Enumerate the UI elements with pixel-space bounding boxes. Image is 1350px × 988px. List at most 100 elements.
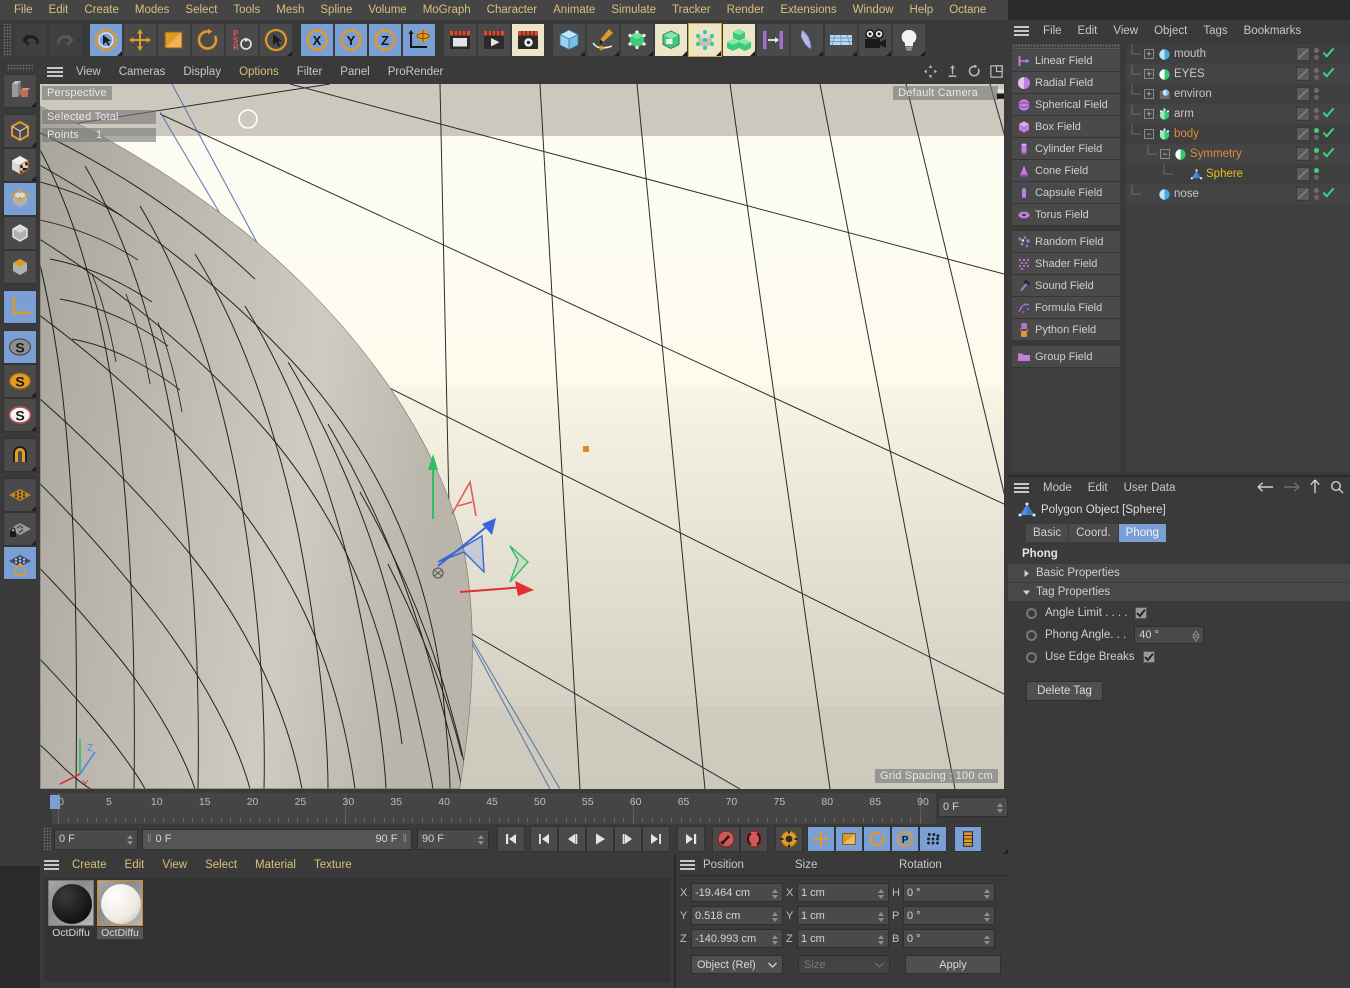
forward-arrow-icon[interactable] bbox=[1283, 481, 1300, 496]
pen-spline-button[interactable] bbox=[586, 23, 620, 57]
viewport-menu-prorender[interactable]: ProRender bbox=[379, 60, 453, 84]
zoom-view-icon[interactable] bbox=[944, 63, 960, 79]
menu-item-tools[interactable]: Tools bbox=[225, 0, 268, 20]
scale-key-button[interactable] bbox=[835, 826, 863, 852]
position-field[interactable]: -19.464 cm bbox=[691, 883, 783, 902]
lock-x-axis-button[interactable]: X bbox=[300, 23, 334, 57]
tree-expander[interactable]: − bbox=[1160, 149, 1170, 159]
visibility-dots[interactable] bbox=[1314, 128, 1319, 140]
visibility-dots[interactable] bbox=[1314, 68, 1319, 80]
transport-grip[interactable] bbox=[43, 827, 51, 851]
spinner-icon[interactable] bbox=[771, 887, 779, 901]
redo-button[interactable] bbox=[48, 23, 82, 57]
tree-expander[interactable]: + bbox=[1144, 89, 1154, 99]
object-menu-object[interactable]: Object bbox=[1146, 20, 1195, 42]
menu-item-create[interactable]: Create bbox=[76, 0, 127, 20]
menu-item-mograph[interactable]: MoGraph bbox=[415, 0, 479, 20]
attribute-menu-mode[interactable]: Mode bbox=[1035, 477, 1080, 499]
go-to-next-key-button[interactable] bbox=[642, 826, 670, 852]
tree-expander[interactable]: + bbox=[1144, 49, 1154, 59]
menu-item-extensions[interactable]: Extensions bbox=[772, 0, 844, 20]
enabled-check-icon[interactable] bbox=[1322, 106, 1335, 122]
attribute-tab-basic[interactable]: Basic bbox=[1026, 524, 1069, 542]
visibility-dots[interactable] bbox=[1314, 88, 1319, 100]
viewport-menu-cameras[interactable]: Cameras bbox=[110, 60, 175, 84]
attribute-folder-tag-properties[interactable]: Tag Properties bbox=[1008, 583, 1350, 601]
material-hamburger-icon[interactable] bbox=[44, 860, 59, 870]
enable-snap-button[interactable]: S bbox=[3, 330, 37, 364]
attribute-tab-coord[interactable]: Coord. bbox=[1069, 524, 1118, 542]
subdivision-surface-button[interactable] bbox=[620, 23, 654, 57]
magnet-tool-button[interactable] bbox=[3, 438, 37, 472]
spinner-icon[interactable] bbox=[983, 887, 991, 901]
range-right-handle[interactable]: ‖ bbox=[402, 833, 407, 845]
spinner-icon[interactable] bbox=[877, 933, 885, 947]
bend-deformer-button[interactable] bbox=[790, 23, 824, 57]
field-item-formula-field[interactable]: Formula Field bbox=[1012, 297, 1120, 319]
timeline-current-frame-field[interactable]: 0 F bbox=[938, 797, 1008, 817]
menu-item-render[interactable]: Render bbox=[719, 0, 773, 20]
visibility-dots[interactable] bbox=[1314, 188, 1319, 200]
object-hamburger-icon[interactable] bbox=[1014, 26, 1029, 36]
rotation-field[interactable]: 0 ° bbox=[903, 929, 995, 948]
enabled-check-icon[interactable] bbox=[1322, 66, 1335, 82]
lock-y-axis-button[interactable]: Y bbox=[334, 23, 368, 57]
spinner-icon[interactable] bbox=[877, 887, 885, 901]
field-item-capsule-field[interactable]: Capsule Field bbox=[1012, 182, 1120, 204]
cube-primitive-button[interactable] bbox=[552, 23, 586, 57]
rotation-field[interactable]: 0 ° bbox=[903, 883, 995, 902]
go-to-next-frame-button[interactable] bbox=[614, 826, 642, 852]
rotation-field[interactable]: 0 ° bbox=[903, 906, 995, 925]
field-item-python-field[interactable]: Python Field bbox=[1012, 319, 1120, 341]
workplane-button[interactable] bbox=[3, 478, 37, 512]
spinner-icon[interactable] bbox=[996, 801, 1004, 815]
object-layer-box[interactable] bbox=[1296, 127, 1310, 141]
frame-start-field[interactable]: 0 F bbox=[54, 828, 138, 850]
spinner-icon[interactable] bbox=[477, 833, 485, 847]
object-layer-box[interactable] bbox=[1296, 147, 1310, 161]
enabled-check-icon[interactable] bbox=[1322, 126, 1335, 142]
menu-item-character[interactable]: Character bbox=[479, 0, 546, 20]
keyframe-selection-button[interactable] bbox=[775, 826, 803, 852]
field-item-random-field[interactable]: Random Field bbox=[1012, 231, 1120, 253]
material-item[interactable]: OctDiffu bbox=[48, 880, 94, 939]
material-menu-texture[interactable]: Texture bbox=[305, 854, 361, 876]
spinner-icon[interactable] bbox=[1192, 630, 1201, 642]
material-menu-create[interactable]: Create bbox=[63, 854, 116, 876]
size-mode-select[interactable]: Size bbox=[798, 955, 890, 974]
object-layer-box[interactable] bbox=[1296, 107, 1310, 121]
property-radio[interactable] bbox=[1026, 651, 1037, 663]
model-mode-button[interactable] bbox=[3, 114, 37, 148]
up-arrow-icon[interactable] bbox=[1309, 479, 1321, 497]
object-layer-box[interactable] bbox=[1296, 47, 1310, 61]
size-field[interactable]: 1 cm bbox=[797, 906, 889, 925]
object-menu-view[interactable]: View bbox=[1105, 20, 1146, 42]
point-level-animation-button[interactable] bbox=[919, 826, 947, 852]
object-tree-row[interactable]: Sphere bbox=[1126, 164, 1350, 184]
attribute-folder-basic-properties[interactable]: Basic Properties bbox=[1008, 564, 1350, 582]
position-field[interactable]: 0.518 cm bbox=[691, 906, 783, 925]
render-picture-viewer-button[interactable] bbox=[477, 23, 511, 57]
camera-button[interactable] bbox=[858, 23, 892, 57]
viewport-3d-canvas[interactable]: Z Y Perspective Selected Total Points 1 … bbox=[40, 84, 1004, 789]
property-radio[interactable] bbox=[1026, 629, 1037, 641]
move-tool-button[interactable] bbox=[123, 23, 157, 57]
object-tree-row[interactable]: + EYES bbox=[1126, 64, 1350, 84]
scale-tool-button[interactable] bbox=[157, 23, 191, 57]
tree-expander[interactable]: + bbox=[1144, 109, 1154, 119]
object-menu-edit[interactable]: Edit bbox=[1070, 20, 1106, 42]
attribute-menu-edit[interactable]: Edit bbox=[1080, 477, 1116, 499]
field-item-spherical-field[interactable]: Spherical Field bbox=[1012, 94, 1120, 116]
timeline-playhead[interactable] bbox=[50, 795, 60, 809]
menu-item-window[interactable]: Window bbox=[845, 0, 902, 20]
object-tree-row[interactable]: − Symmetry bbox=[1126, 144, 1350, 164]
world-coordinate-button[interactable] bbox=[402, 23, 436, 57]
menu-item-select[interactable]: Select bbox=[177, 0, 225, 20]
size-field[interactable]: 1 cm bbox=[797, 929, 889, 948]
enabled-check-icon[interactable] bbox=[1322, 146, 1335, 162]
left-palette-grip[interactable] bbox=[7, 64, 33, 71]
object-layer-box[interactable] bbox=[1296, 187, 1310, 201]
pan-view-icon[interactable] bbox=[922, 63, 938, 79]
property-checkbox[interactable] bbox=[1142, 651, 1155, 663]
rotate-view-icon[interactable] bbox=[966, 63, 982, 79]
